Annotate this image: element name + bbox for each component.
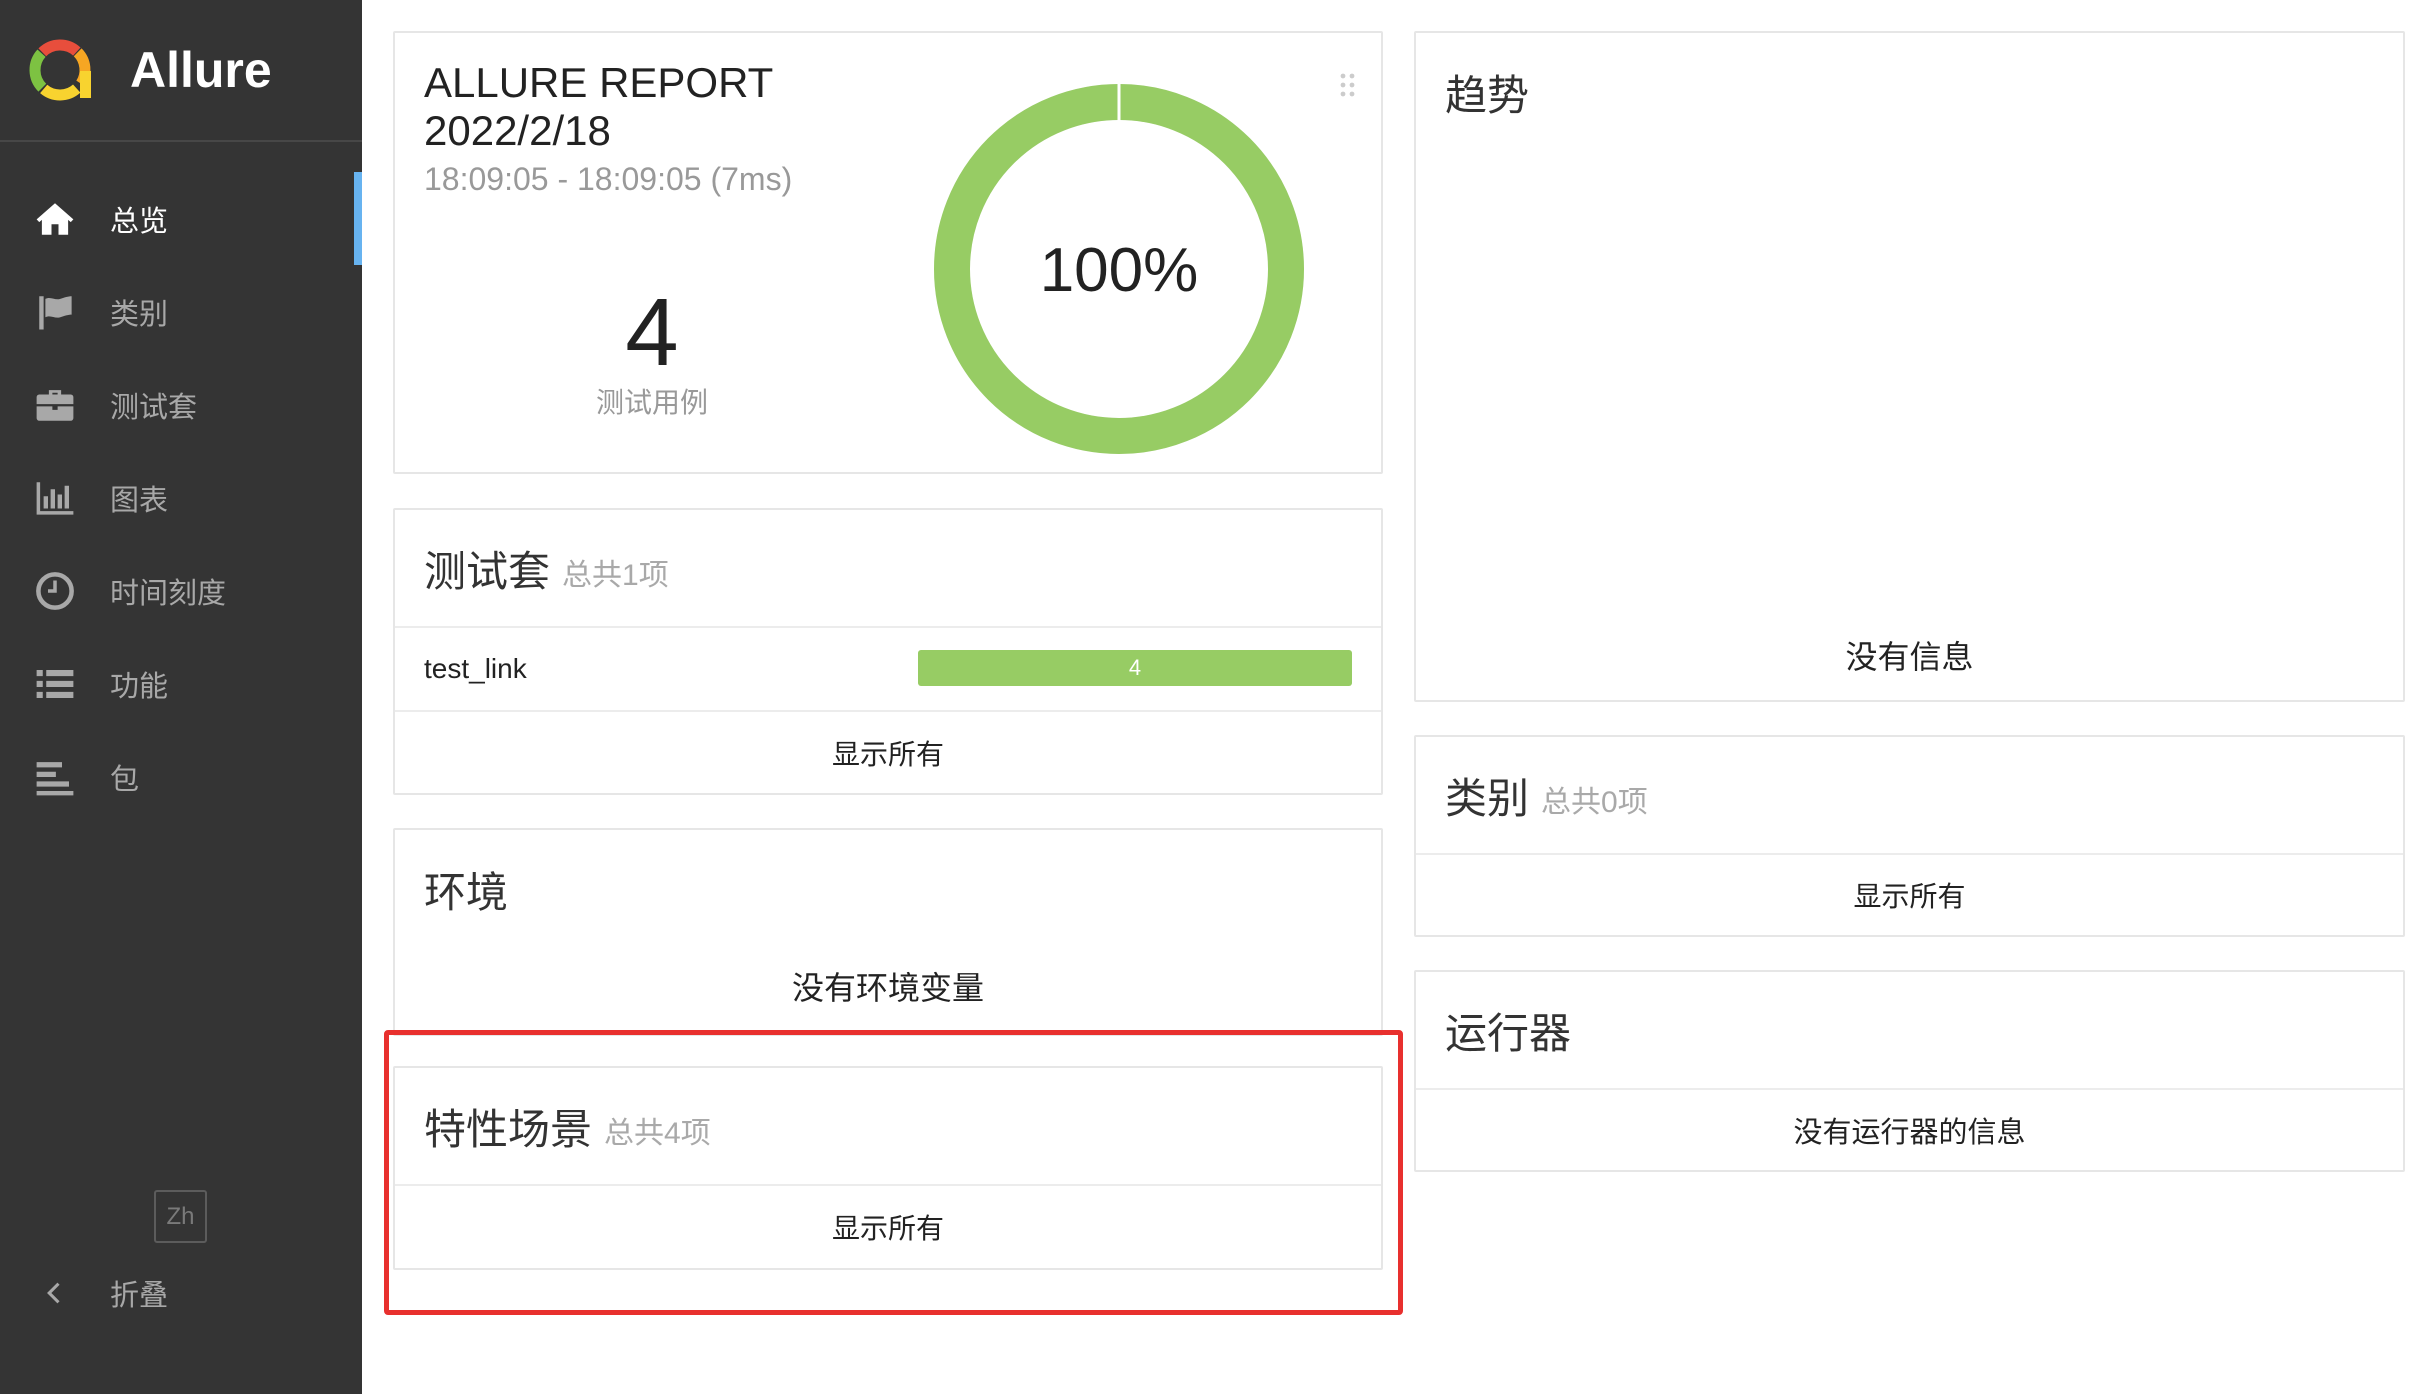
briefcase-icon [33,383,77,427]
test-case-count: 4 [625,279,679,386]
sidebar-divider [0,140,362,142]
align-left-icon [33,755,77,799]
report-time-range: 18:09:05 - 18:09:05 (7ms) [424,161,793,197]
allure-logo-icon[interactable] [25,35,95,105]
trend-empty-text: 没有信息 [1845,639,1974,675]
sidebar-item-label: 时间刻度 [110,577,227,610]
environment-widget: 环境 没有环境变量 [393,828,1383,1036]
sidebar-item-suites[interactable]: 测试套 [0,358,362,451]
drag-handle-icon[interactable] [1340,73,1356,97]
pass-rate-donut[interactable]: 100% [929,79,1309,459]
environment-empty-text: 没有环境变量 [791,970,984,1006]
features-count: 总共4项 [604,1117,711,1150]
home-icon [33,197,77,241]
categories-widget: 类别 总共0项 显示所有 [1414,735,2405,937]
environment-title: 环境 [424,868,509,916]
flag-icon [33,290,77,334]
executors-title: 运行器 [1445,1009,1572,1057]
sidebar-item-graphs[interactable]: 图表 [0,451,362,544]
suite-name: test_link [424,653,527,684]
collapse-label: 折叠 [110,1280,169,1312]
collapse-sidebar-button[interactable]: 折叠 [33,1270,168,1316]
sidebar-item-overview[interactable]: 总览 [0,172,362,265]
suites-widget: 测试套 总共1项 test_link 4 显示所有 [393,508,1383,795]
suite-status-bar[interactable]: 4 [918,650,1352,686]
executors-empty-text: 没有运行器的信息 [1793,1117,2026,1149]
executors-header: 运行器 [1416,972,2403,1090]
list-icon [33,662,77,706]
language-switch-button[interactable]: Zh [154,1190,207,1243]
sidebar-item-label: 总览 [110,205,169,238]
sidebar-item-label: 功能 [110,670,169,703]
active-indicator [354,172,362,265]
report-date: 2022/2/18 [424,107,611,154]
features-header: 特性场景 总共4项 [395,1068,1381,1186]
test-case-count-label: 测试用例 [595,387,708,418]
features-show-all-link[interactable]: 显示所有 [395,1186,1381,1268]
suites-title: 测试套 [424,547,551,595]
clock-icon [33,569,77,613]
features-title: 特性场景 [424,1105,593,1153]
categories-show-all-link[interactable]: 显示所有 [1416,855,2403,935]
suite-row[interactable]: test_link 4 [395,628,1381,712]
chevron-left-icon [33,1271,77,1315]
environment-header: 环境 [395,830,1381,948]
suites-count: 总共1项 [562,559,669,592]
sidebar: Allure 总览 类别 测试套 图表 时间刻度 功能 包 Zh 折叠 [0,0,362,1394]
sidebar-item-label: 测试套 [110,391,198,424]
bar-chart-icon [33,476,77,520]
suites-header: 测试套 总共1项 [395,510,1381,628]
executors-widget: 运行器 没有运行器的信息 [1414,970,2405,1172]
trend-header: 趋势 [1416,33,2403,151]
sidebar-item-packages[interactable]: 包 [0,730,362,823]
summary-widget: ALLURE REPORT 2022/2/18 18:09:05 - 18:09… [393,31,1383,474]
features-widget: 特性场景 总共4项 显示所有 [393,1066,1383,1270]
suites-show-all-link[interactable]: 显示所有 [395,712,1381,793]
sidebar-item-label: 类别 [110,298,169,331]
sidebar-item-categories[interactable]: 类别 [0,265,362,358]
sidebar-item-label: 图表 [110,484,169,517]
categories-title: 类别 [1445,774,1530,822]
trend-title: 趋势 [1445,71,1530,119]
app-name[interactable]: Allure [130,40,272,100]
pass-rate-label: 100% [1040,236,1199,305]
sidebar-item-behaviors[interactable]: 功能 [0,637,362,730]
categories-count: 总共0项 [1541,786,1648,819]
sidebar-item-timeline[interactable]: 时间刻度 [0,544,362,637]
categories-header: 类别 总共0项 [1416,737,2403,855]
trend-widget: 趋势 没有信息 [1414,31,2405,702]
sidebar-item-label: 包 [110,763,140,796]
report-title: ALLURE REPORT [424,59,774,106]
sidebar-nav: 总览 类别 测试套 图表 时间刻度 功能 包 [0,172,362,823]
